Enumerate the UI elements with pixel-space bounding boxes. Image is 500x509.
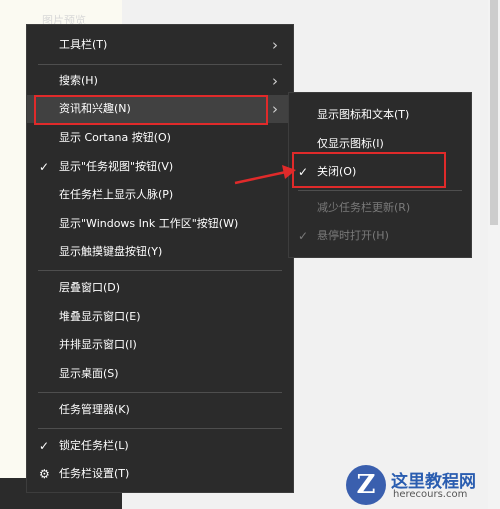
- submenu-item-label: 减少任务栏更新(R): [317, 201, 411, 214]
- menu-item-task-manager[interactable]: 任务管理器(K): [27, 396, 293, 424]
- menu-item-label: 工具栏(T): [59, 38, 108, 51]
- checkmark-icon: ✓: [39, 439, 50, 453]
- submenu-item-reduce-updates: 减少任务栏更新(R): [289, 194, 471, 222]
- chevron-right-icon: ›: [272, 36, 278, 54]
- menu-item-cascade-windows[interactable]: 层叠窗口(D): [27, 274, 293, 302]
- submenu-item-open-on-hover: ✓ 悬停时打开(H): [289, 222, 471, 250]
- menu-separator: [38, 428, 282, 429]
- menu-item-label: 锁定任务栏(L): [59, 439, 129, 452]
- submenu-separator: [298, 190, 462, 191]
- menu-item-label: 显示桌面(S): [59, 367, 119, 380]
- scrollbar-thumb[interactable]: [490, 0, 498, 225]
- checkmark-icon: ✓: [39, 160, 50, 174]
- menu-item-toolbars[interactable]: 工具栏(T) ›: [27, 31, 293, 59]
- submenu-item-label: 悬停时打开(H): [317, 229, 389, 242]
- menu-separator: [38, 270, 282, 271]
- submenu-item-show-icon-and-text[interactable]: 显示图标和文本(T): [289, 101, 471, 129]
- menu-item-search[interactable]: 搜索(H) ›: [27, 67, 293, 95]
- checkmark-icon: ✓: [298, 229, 309, 243]
- menu-item-label: 层叠窗口(D): [59, 281, 121, 294]
- menu-item-label: 并排显示窗口(I): [59, 338, 137, 351]
- menu-item-lock-taskbar[interactable]: ✓ 锁定任务栏(L): [27, 432, 293, 460]
- watermark-logo-icon: Z: [346, 465, 386, 505]
- chevron-right-icon: ›: [272, 72, 278, 90]
- menu-item-label: 搜索(H): [59, 74, 98, 87]
- menu-item-show-desktop[interactable]: 显示桌面(S): [27, 360, 293, 388]
- menu-item-label: 显示触摸键盘按钮(Y): [59, 245, 163, 258]
- annotation-box-turn-off: [292, 152, 446, 188]
- gear-icon: ⚙: [39, 467, 50, 481]
- menu-separator: [38, 64, 282, 65]
- chevron-right-icon: ›: [272, 100, 278, 118]
- menu-separator: [38, 392, 282, 393]
- menu-item-show-cortana[interactable]: 显示 Cortana 按钮(O): [27, 124, 293, 152]
- submenu-item-label: 显示图标和文本(T): [317, 108, 410, 121]
- menu-item-show-touch-keyboard[interactable]: 显示触摸键盘按钮(Y): [27, 238, 293, 266]
- annotation-box-news: [34, 95, 268, 125]
- watermark-subtitle: herecours.com: [393, 489, 468, 500]
- menu-item-label: 显示"Windows Ink 工作区"按钮(W): [59, 217, 239, 230]
- menu-item-taskbar-settings[interactable]: ⚙ 任务栏设置(T): [27, 460, 293, 488]
- menu-item-show-windows-ink[interactable]: 显示"Windows Ink 工作区"按钮(W): [27, 210, 293, 238]
- menu-item-label: 任务管理器(K): [59, 403, 130, 416]
- menu-item-label: 任务栏设置(T): [59, 467, 130, 480]
- menu-item-label: 在任务栏上显示人脉(P): [59, 188, 174, 201]
- menu-item-side-by-side[interactable]: 并排显示窗口(I): [27, 331, 293, 359]
- menu-item-stack-windows[interactable]: 堆叠显示窗口(E): [27, 303, 293, 331]
- menu-item-label: 堆叠显示窗口(E): [59, 310, 141, 323]
- menu-item-label: 显示 Cortana 按钮(O): [59, 131, 171, 144]
- menu-item-label: 显示"任务视图"按钮(V): [59, 160, 174, 173]
- annotation-arrow-icon: [234, 165, 296, 185]
